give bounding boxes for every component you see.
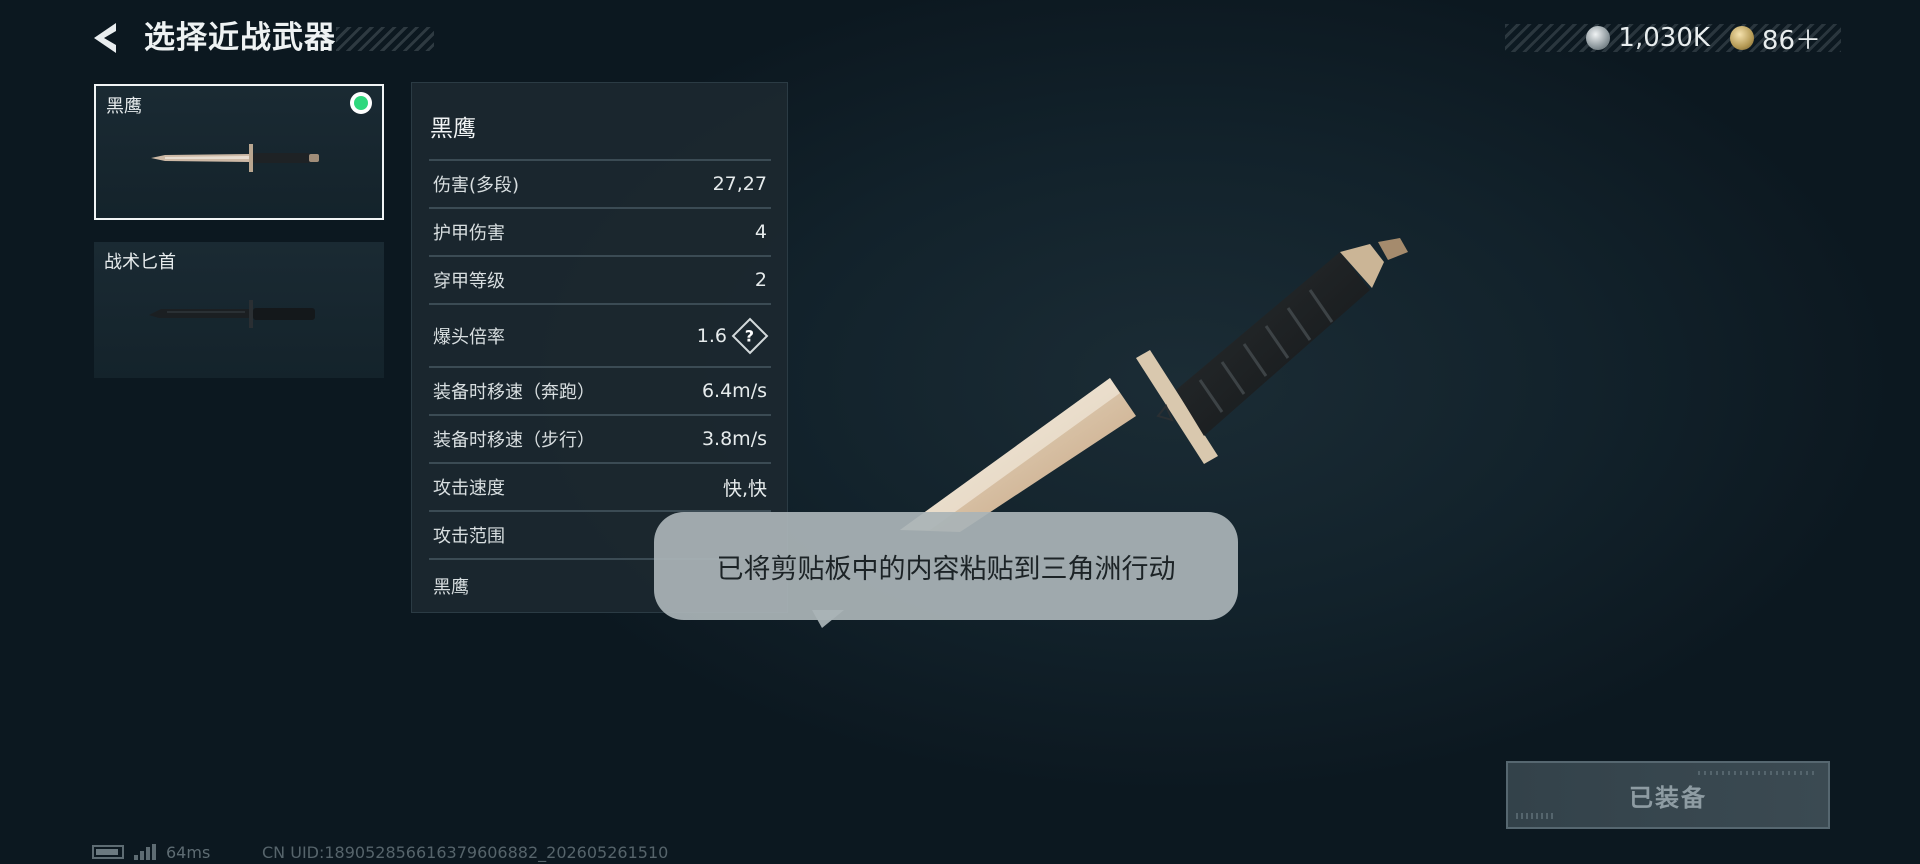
button-decoration [1698, 771, 1818, 775]
button-decoration [1516, 813, 1556, 819]
stat-value: 6.4m/s [701, 380, 767, 402]
equipped-button-label: 已装备 [1629, 783, 1707, 812]
stat-label: 护甲伤害 [433, 223, 505, 244]
tactical-dagger-icon [149, 300, 315, 328]
back-button[interactable] [88, 20, 124, 56]
currency-bar: 1,030K 86＋ [1505, 23, 1841, 56]
stat-row-run-speed: 装备时移速（奔跑） 6.4m/s [429, 366, 771, 414]
stat-label: 装备时移速（步行） [433, 430, 595, 451]
stat-label: 黑鹰 [433, 577, 469, 598]
stat-value: 3.8m/s [701, 428, 767, 450]
gold-currency-value[interactable]: 86＋ [1762, 20, 1821, 57]
stat-label: 攻击范围 [433, 526, 505, 547]
title-decoration [336, 27, 434, 51]
weapon-card-tactical-dagger[interactable]: 战术匕首 [94, 242, 384, 378]
weapon-name: 战术匕首 [104, 252, 176, 273]
stat-row-armor-damage: 护甲伤害 4 [429, 207, 771, 255]
back-arrow-icon [94, 23, 116, 53]
equipped-indicator-icon [350, 92, 372, 114]
weapon-name: 黑鹰 [106, 96, 142, 117]
stat-value: 4 [754, 221, 767, 243]
stat-row-headshot: 爆头倍率 1.6 ? [429, 303, 771, 366]
stat-row-penetration: 穿甲等级 2 [429, 255, 771, 303]
stat-value-group: 1.6 ? [696, 317, 769, 354]
stat-row-walk-speed: 装备时移速（步行） 3.8m/s [429, 414, 771, 462]
stat-value: 2 [754, 269, 767, 291]
stat-label: 爆头倍率 [433, 326, 505, 348]
page-title: 选择近战武器 [144, 20, 336, 56]
help-icon[interactable]: ? [731, 317, 769, 354]
signal-icon [134, 844, 156, 860]
toast-message: 已将剪贴板中的内容粘贴到三角洲行动 [716, 553, 1176, 585]
toast-pointer [812, 610, 844, 628]
stat-row-damage: 伤害(多段) 27,27 [429, 159, 771, 207]
stat-value: 1.6 [696, 324, 727, 347]
stat-label: 穿甲等级 [433, 271, 505, 292]
gold-coin-icon [1729, 26, 1754, 50]
network-status: 64ms [92, 842, 210, 862]
stat-label: 伤害(多段) [433, 175, 520, 196]
weapon-detail-title: 黑鹰 [430, 116, 476, 142]
stat-value: 27,27 [712, 173, 767, 195]
game-screen: 选择近战武器 1,030K 86＋ 黑鹰 战术匕首 黑鹰 伤害(多段) 27,2… [0, 0, 1920, 864]
weapon-card-blackhawk[interactable]: 黑鹰 [94, 84, 384, 220]
silver-currency-value: 1,030K [1618, 23, 1710, 53]
silver-coin-icon [1586, 26, 1611, 50]
blackhawk-knife-icon [151, 144, 319, 172]
help-glyph: ? [745, 326, 755, 345]
stat-value: 快,快 [722, 477, 767, 500]
stat-label: 装备时移速（奔跑） [433, 382, 595, 403]
battery-icon [92, 845, 124, 859]
equipped-button[interactable]: 已装备 [1506, 761, 1830, 829]
player-uid: CN UID:18905285661637960688​2_2026052615… [262, 843, 669, 862]
stat-label: 攻击速度 [433, 478, 505, 499]
clipboard-toast: 已将剪贴板中的内容粘贴到三角洲行动 [654, 512, 1238, 620]
ping-value: 64ms [166, 842, 211, 862]
stat-row-attack-speed: 攻击速度 快,快 [429, 462, 771, 510]
